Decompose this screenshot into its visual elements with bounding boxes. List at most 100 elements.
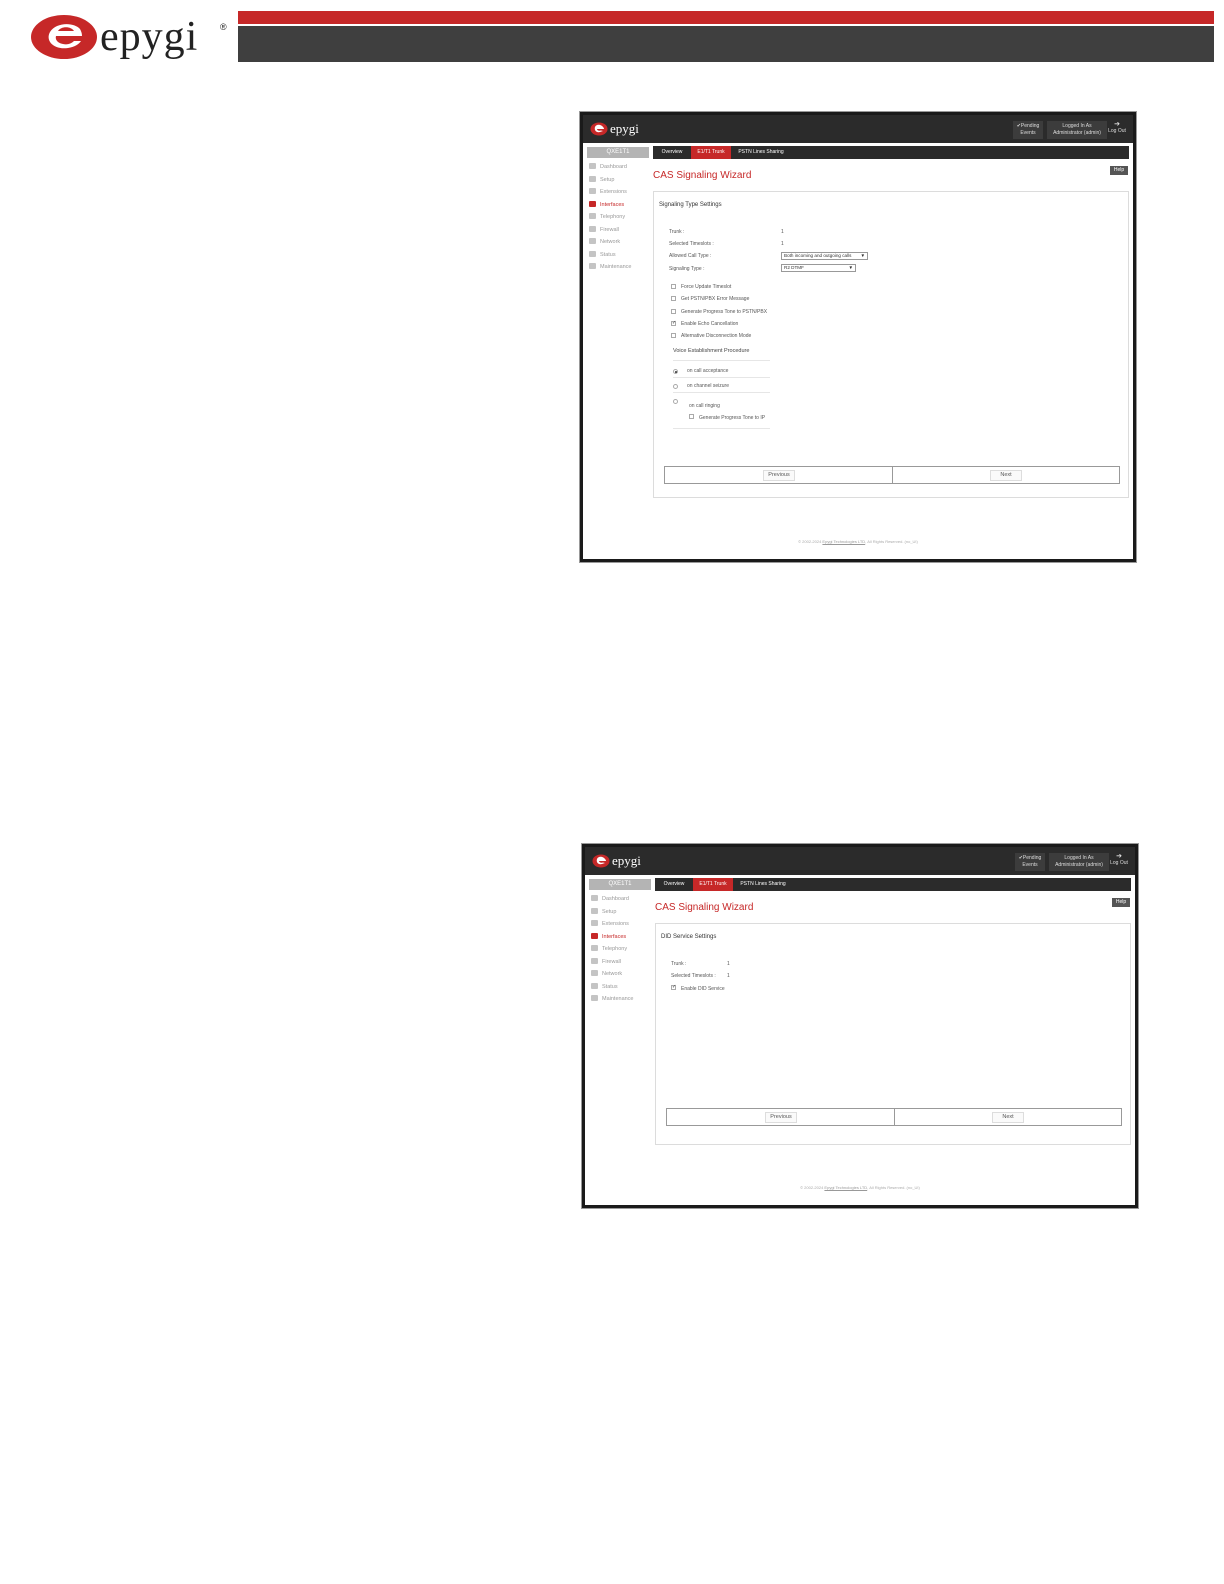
- sidebar-item-extensions[interactable]: Extensions: [589, 186, 651, 199]
- globe-icon: [589, 238, 596, 244]
- sidebar-item-label: Interfaces: [600, 201, 625, 208]
- registered-mark: ®: [220, 22, 227, 32]
- help-button[interactable]: Help: [1110, 166, 1128, 175]
- progress-tone-ip-checkbox[interactable]: [689, 414, 694, 419]
- sidebar-item-extensions[interactable]: Extensions: [591, 918, 653, 931]
- logout-button[interactable]: ➔ Log Out: [1106, 121, 1128, 139]
- progress-tone-checkbox[interactable]: [671, 309, 676, 314]
- alt-disconnection-checkbox[interactable]: [671, 333, 676, 338]
- sidebar-item-label: Status: [602, 983, 618, 990]
- chart-icon: [589, 250, 596, 257]
- logout-icon: ➔: [1116, 853, 1122, 860]
- screenshot-did-service: epygi ✔Pending Events Logged In As Admin…: [582, 844, 1138, 1208]
- page-title: CAS Signaling Wizard: [655, 902, 754, 913]
- flame-icon: [589, 225, 596, 232]
- previous-button[interactable]: Previous: [763, 470, 795, 481]
- app-brand: epygi: [610, 121, 639, 136]
- sidebar-item-label: Dashboard: [602, 896, 629, 902]
- logout-button[interactable]: ➔ Log Out: [1108, 853, 1130, 871]
- timeslots-label: Selected Timeslots :: [669, 241, 714, 247]
- page-title: CAS Signaling Wizard: [653, 170, 752, 181]
- events-label: Events: [1022, 862, 1038, 868]
- checkbox-label: Get PSTN/PBX Error Message: [681, 296, 750, 302]
- sidebar-item-setup[interactable]: Setup: [591, 906, 653, 919]
- tab-pstn-lines-sharing[interactable]: PSTN Lines Sharing: [735, 878, 791, 891]
- checkbox-label: Enable Echo Cancellation: [681, 321, 739, 327]
- device-title: QXE1T1: [587, 147, 649, 158]
- tab-overview[interactable]: Overview: [655, 146, 689, 159]
- echo-cancellation-checkbox[interactable]: ✓: [671, 321, 676, 326]
- channel-seizure-radio[interactable]: [673, 384, 678, 389]
- sidebar-item-firewall[interactable]: Firewall: [591, 956, 653, 969]
- pstn-error-checkbox[interactable]: [671, 296, 676, 301]
- help-button[interactable]: Help: [1112, 898, 1130, 907]
- sidebar-item-status[interactable]: Status: [591, 981, 653, 994]
- pending-events-button[interactable]: ✔Pending Events: [1015, 853, 1045, 871]
- tab-e1t1-trunk[interactable]: E1/T1 Trunk: [691, 146, 731, 159]
- divider: [673, 377, 770, 378]
- logout-label: Log Out: [1110, 860, 1128, 866]
- signaling-type-value: R2 DTMF: [784, 265, 804, 270]
- footer: © 2002-2024 Epygi Technologies LTD, All …: [585, 1185, 1135, 1190]
- force-update-checkbox[interactable]: [671, 284, 676, 289]
- sidebar-item-interfaces[interactable]: Interfaces: [591, 931, 653, 944]
- previous-button[interactable]: Previous: [765, 1112, 797, 1123]
- footer-rights: , All Rights Reserved. (no_UI): [865, 539, 918, 544]
- nav-divider: [894, 1109, 895, 1125]
- footer-link[interactable]: Epygi Technologies LTD: [822, 539, 865, 544]
- extensions-icon: [589, 188, 596, 194]
- sidebar-item-label: Network: [602, 971, 623, 977]
- trunk-value: 1: [781, 229, 784, 235]
- phone-icon: [591, 945, 598, 951]
- wizard-nav: Previous Next: [664, 466, 1120, 484]
- footer-copyright: © 2002-2024: [800, 1185, 825, 1190]
- next-button[interactable]: Next: [990, 470, 1022, 481]
- logged-in-user: Administrator (admin): [1053, 130, 1101, 136]
- sidebar-item-label: Extensions: [602, 921, 629, 927]
- wizard-nav: Previous Next: [666, 1108, 1122, 1126]
- chart-icon: [591, 982, 598, 989]
- signaling-type-select[interactable]: R2 DTMF ▼: [781, 264, 856, 272]
- sidebar-item-label: Telephony: [600, 214, 626, 220]
- trunk-label: Trunk :: [669, 229, 685, 235]
- footer-link[interactable]: Epygi Technologies LTD: [824, 1185, 867, 1190]
- sidebar-item-setup[interactable]: Setup: [589, 174, 651, 187]
- tab-bar: Overview E1/T1 Trunk PSTN Lines Sharing: [655, 878, 1131, 891]
- chevron-down-icon: ▼: [860, 253, 865, 258]
- sidebar-item-network[interactable]: Network: [589, 236, 651, 249]
- sidebar-item-firewall[interactable]: Firewall: [589, 224, 651, 237]
- tab-e1t1-trunk[interactable]: E1/T1 Trunk: [693, 878, 733, 891]
- epygi-logo: epygi ®: [30, 12, 230, 62]
- sidebar-item-label: Maintenance: [602, 996, 634, 1002]
- sidebar-item-maintenance[interactable]: Maintenance: [591, 993, 653, 1006]
- extensions-icon: [591, 920, 598, 926]
- sidebar-item-dashboard[interactable]: Dashboard: [591, 893, 653, 906]
- pending-events-button[interactable]: ✔Pending Events: [1013, 121, 1043, 139]
- nav-divider: [892, 467, 893, 483]
- sidebar-item-network[interactable]: Network: [591, 968, 653, 981]
- call-type-select[interactable]: Both incoming and outgoing calls ▼: [781, 252, 868, 260]
- enable-did-checkbox[interactable]: ✓: [671, 985, 676, 990]
- timeslots-label: Selected Timeslots :: [671, 973, 716, 979]
- radio-label: on call acceptance: [687, 368, 729, 374]
- sidebar-item-status[interactable]: Status: [589, 249, 651, 262]
- sidebar-item-telephony[interactable]: Telephony: [591, 943, 653, 956]
- app-topbar: epygi ✔Pending Events Logged In As Admin…: [583, 115, 1133, 143]
- call-acceptance-radio[interactable]: [673, 369, 678, 374]
- sidebar-item-label: Interfaces: [602, 933, 627, 940]
- sidebar-item-dashboard[interactable]: Dashboard: [589, 161, 651, 174]
- timeslots-value: 1: [781, 241, 784, 247]
- sidebar-item-interfaces[interactable]: Interfaces: [589, 199, 651, 212]
- logout-icon: ➔: [1114, 121, 1120, 128]
- checkbox-label: Force Update Timeslot: [681, 284, 732, 290]
- sidebar-item-telephony[interactable]: Telephony: [589, 211, 651, 224]
- call-ringing-radio[interactable]: [673, 399, 678, 404]
- sidebar-item-label: Setup: [602, 908, 617, 915]
- tab-pstn-lines-sharing[interactable]: PSTN Lines Sharing: [733, 146, 789, 159]
- tab-overview[interactable]: Overview: [657, 878, 691, 891]
- pending-label: ✔Pending: [1016, 123, 1040, 129]
- next-button[interactable]: Next: [992, 1112, 1024, 1123]
- radio-label: on call ringing: [689, 403, 720, 409]
- logged-in-user: Administrator (admin): [1055, 862, 1103, 868]
- sidebar-item-maintenance[interactable]: Maintenance: [589, 261, 651, 274]
